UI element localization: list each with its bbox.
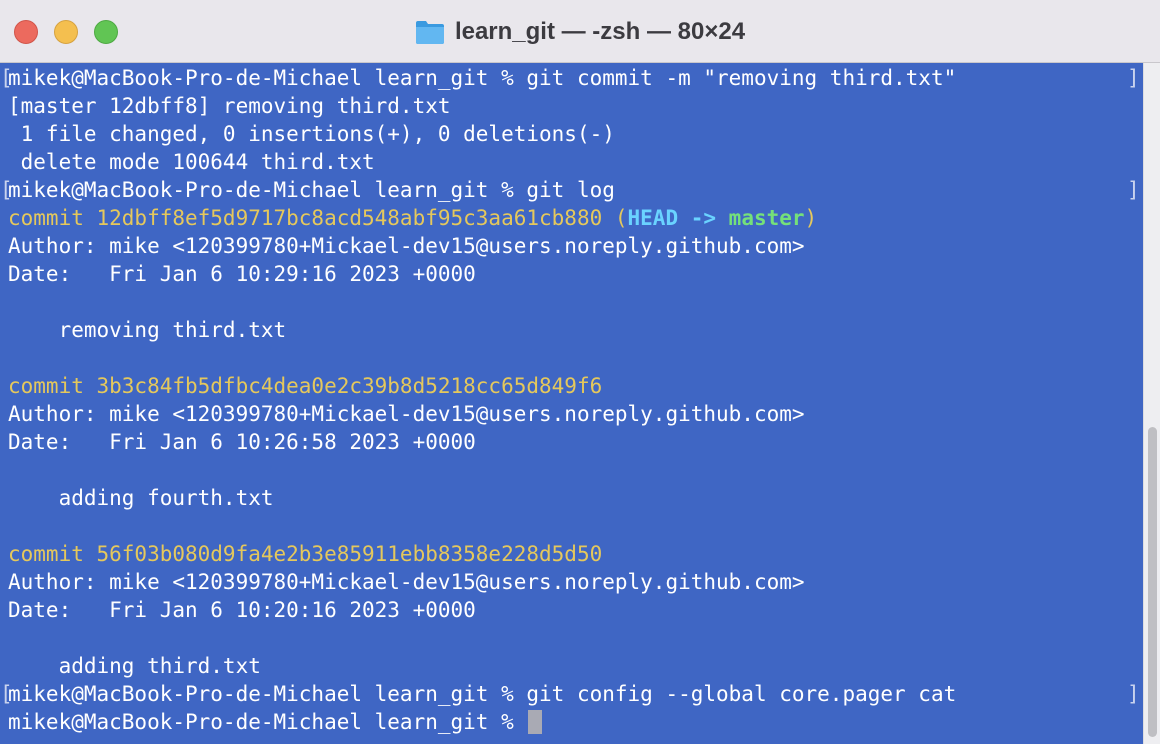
terminal-text: removing third.txt [8, 318, 287, 342]
terminal-line: Author: mike <120399780+Mickael-dev15@us… [8, 568, 805, 596]
terminal-text: HEAD -> [627, 206, 729, 230]
terminal-line: Date: Fri Jan 6 10:29:16 2023 +0000 [8, 260, 476, 288]
terminal-text: Date: Fri Jan 6 10:20:16 2023 +0000 [8, 598, 476, 622]
terminal-text: [master 12dbff8] removing third.txt [8, 94, 451, 118]
terminal-line: mikek@MacBook-Pro-de-Michael learn_git % [8, 708, 543, 736]
terminal-line: 1 file changed, 0 insertions(+), 0 delet… [8, 120, 615, 148]
prompt-mark-left: [ [0, 66, 13, 90]
terminal-line: adding fourth.txt [8, 484, 274, 512]
scrollbar[interactable] [1143, 63, 1160, 744]
terminal-text: commit 3b3c84fb5dfbc4dea0e2c39b8d5218cc6… [8, 374, 603, 398]
terminal-line: removing third.txt [8, 316, 287, 344]
terminal-text: ) [804, 206, 818, 230]
terminal-line: mikek@MacBook-Pro-de-Michael learn_git %… [8, 64, 956, 92]
terminal-text: Author: mike <120399780+Mickael-dev15@us… [8, 402, 805, 426]
terminal-text: Date: Fri Jan 6 10:26:58 2023 +0000 [8, 430, 476, 454]
folder-icon [415, 18, 445, 46]
terminal-text: master [728, 206, 805, 230]
terminal-text: mikek@MacBook-Pro-de-Michael learn_git %… [8, 682, 957, 706]
title-bar: learn_git — -zsh — 80×24 [0, 0, 1160, 63]
terminal-text: adding third.txt [8, 654, 261, 678]
terminal-line: Author: mike <120399780+Mickael-dev15@us… [8, 400, 805, 428]
prompt-mark-right: ] [1127, 682, 1140, 706]
window-title-area: learn_git — -zsh — 80×24 [0, 0, 1160, 63]
terminal-text: commit 12dbff8ef5d9717bc8acd548abf95c3aa… [8, 206, 628, 230]
terminal-line: Date: Fri Jan 6 10:26:58 2023 +0000 [8, 428, 476, 456]
terminal-line: Author: mike <120399780+Mickael-dev15@us… [8, 232, 805, 260]
text-cursor [528, 710, 543, 734]
window-title: learn_git — -zsh — 80×24 [454, 17, 746, 45]
terminal-line: [master 12dbff8] removing third.txt [8, 92, 451, 120]
scrollbar-thumb[interactable] [1148, 427, 1157, 737]
terminal-text: mikek@MacBook-Pro-de-Michael learn_git %… [8, 66, 957, 90]
terminal-line: delete mode 100644 third.txt [8, 148, 375, 176]
terminal-text: adding fourth.txt [8, 486, 274, 510]
terminal-line: mikek@MacBook-Pro-de-Michael learn_git %… [8, 176, 615, 204]
prompt-mark-left: [ [0, 178, 13, 202]
terminal-text: Author: mike <120399780+Mickael-dev15@us… [8, 234, 805, 258]
prompt-mark-right: ] [1127, 66, 1140, 90]
terminal-output[interactable]: mikek@MacBook-Pro-de-Michael learn_git %… [0, 63, 1143, 744]
terminal-line: adding third.txt [8, 652, 261, 680]
terminal-line: mikek@MacBook-Pro-de-Michael learn_git %… [8, 680, 956, 708]
terminal-line: commit 56f03b080d9fa4e2b3e85911ebb8358e2… [8, 540, 602, 568]
terminal-text: mikek@MacBook-Pro-de-Michael learn_git % [8, 710, 527, 734]
terminal-text: 1 file changed, 0 insertions(+), 0 delet… [8, 122, 615, 146]
terminal-text: delete mode 100644 third.txt [8, 150, 375, 174]
prompt-mark-left: [ [0, 682, 13, 706]
prompt-mark-right: ] [1127, 178, 1140, 202]
terminal-text: commit 56f03b080d9fa4e2b3e85911ebb8358e2… [8, 542, 603, 566]
terminal-line: commit 3b3c84fb5dfbc4dea0e2c39b8d5218cc6… [8, 372, 602, 400]
terminal-line: commit 12dbff8ef5d9717bc8acd548abf95c3aa… [8, 204, 817, 232]
terminal-line: Date: Fri Jan 6 10:20:16 2023 +0000 [8, 596, 476, 624]
terminal-text: mikek@MacBook-Pro-de-Michael learn_git %… [8, 178, 615, 202]
terminal-text: Author: mike <120399780+Mickael-dev15@us… [8, 570, 805, 594]
terminal-text: Date: Fri Jan 6 10:29:16 2023 +0000 [8, 262, 476, 286]
